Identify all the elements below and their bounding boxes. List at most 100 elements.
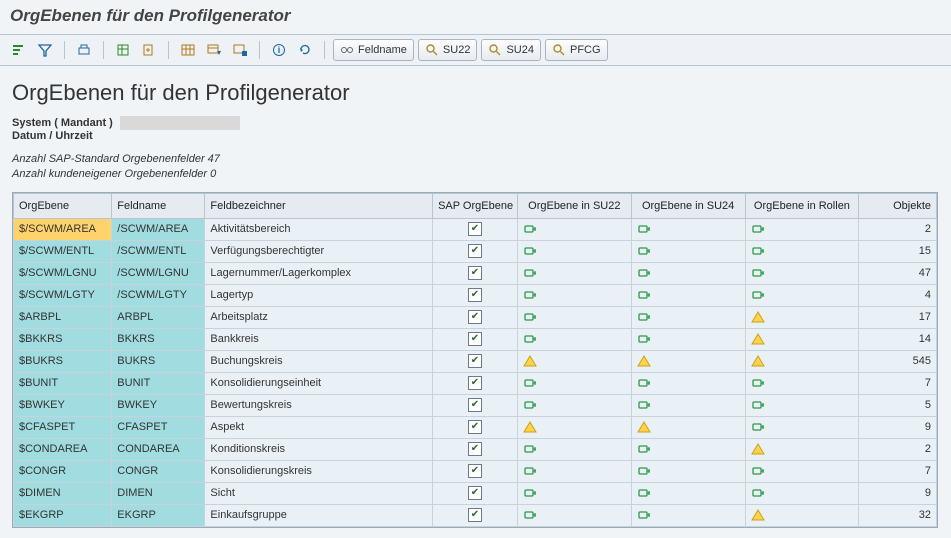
- cell-objects[interactable]: 7: [859, 372, 937, 394]
- cell-roles[interactable]: [745, 350, 859, 372]
- cell-su24[interactable]: [631, 394, 745, 416]
- cell-objects[interactable]: 5: [859, 394, 937, 416]
- cell-roles[interactable]: [745, 328, 859, 350]
- cell-roles[interactable]: [745, 416, 859, 438]
- cell-orglevel[interactable]: $BWKEY: [14, 394, 112, 416]
- cell-roles[interactable]: [745, 218, 859, 240]
- table-row[interactable]: $CONDAREACONDAREAKonditionskreis✔2: [14, 438, 937, 460]
- cell-objects[interactable]: 17: [859, 306, 937, 328]
- cell-objects[interactable]: 32: [859, 504, 937, 526]
- cell-roles[interactable]: [745, 460, 859, 482]
- cell-sap[interactable]: ✔: [433, 394, 518, 416]
- col-fielddesc[interactable]: Feldbezeichner: [205, 193, 433, 218]
- cell-su24[interactable]: [631, 262, 745, 284]
- cell-su22[interactable]: [517, 460, 631, 482]
- cell-orglevel[interactable]: $/SCWM/LGNU: [14, 262, 112, 284]
- cell-su24[interactable]: [631, 218, 745, 240]
- cell-sap[interactable]: ✔: [433, 262, 518, 284]
- export-spreadsheet-icon[interactable]: [112, 39, 134, 61]
- cell-orglevel[interactable]: $DIMEN: [14, 482, 112, 504]
- cell-objects[interactable]: 9: [859, 416, 937, 438]
- cell-fielddesc[interactable]: Lagernummer/Lagerkomplex: [205, 262, 433, 284]
- cell-fieldname[interactable]: /SCWM/AREA: [112, 218, 205, 240]
- cell-su22[interactable]: [517, 482, 631, 504]
- table-row[interactable]: $BUKRSBUKRSBuchungskreis✔545: [14, 350, 937, 372]
- cell-fielddesc[interactable]: Aktivitätsbereich: [205, 218, 433, 240]
- cell-objects[interactable]: 47: [859, 262, 937, 284]
- cell-orglevel[interactable]: $/SCWM/AREA: [14, 218, 112, 240]
- filter-icon[interactable]: [34, 39, 56, 61]
- col-objects[interactable]: Objekte: [859, 193, 937, 218]
- col-orglevel[interactable]: OrgEbene: [14, 193, 112, 218]
- cell-fielddesc[interactable]: Aspekt: [205, 416, 433, 438]
- cell-fielddesc[interactable]: Bewertungskreis: [205, 394, 433, 416]
- cell-roles[interactable]: [745, 504, 859, 526]
- cell-sap[interactable]: ✔: [433, 504, 518, 526]
- cell-objects[interactable]: 4: [859, 284, 937, 306]
- cell-orglevel[interactable]: $/SCWM/ENTL: [14, 240, 112, 262]
- cell-su24[interactable]: [631, 504, 745, 526]
- cell-su22[interactable]: [517, 262, 631, 284]
- print-icon[interactable]: [73, 39, 95, 61]
- cell-sap[interactable]: ✔: [433, 218, 518, 240]
- cell-fieldname[interactable]: CFASPET: [112, 416, 205, 438]
- cell-fieldname[interactable]: BKKRS: [112, 328, 205, 350]
- cell-fieldname[interactable]: ARBPL: [112, 306, 205, 328]
- table-row[interactable]: $/SCWM/LGTY/SCWM/LGTYLagertyp✔4: [14, 284, 937, 306]
- table-row[interactable]: $/SCWM/LGNU/SCWM/LGNULagernummer/Lagerko…: [14, 262, 937, 284]
- cell-objects[interactable]: 2: [859, 438, 937, 460]
- cell-objects[interactable]: 14: [859, 328, 937, 350]
- cell-orglevel[interactable]: $BUNIT: [14, 372, 112, 394]
- cell-fielddesc[interactable]: Arbeitsplatz: [205, 306, 433, 328]
- cell-roles[interactable]: [745, 394, 859, 416]
- cell-fielddesc[interactable]: Buchungskreis: [205, 350, 433, 372]
- cell-su24[interactable]: [631, 460, 745, 482]
- cell-su22[interactable]: [517, 328, 631, 350]
- cell-roles[interactable]: [745, 240, 859, 262]
- cell-su22[interactable]: [517, 438, 631, 460]
- refresh-icon[interactable]: [294, 39, 316, 61]
- cell-objects[interactable]: 9: [859, 482, 937, 504]
- cell-sap[interactable]: ✔: [433, 328, 518, 350]
- cell-objects[interactable]: 545: [859, 350, 937, 372]
- cell-objects[interactable]: 15: [859, 240, 937, 262]
- cell-su22[interactable]: [517, 284, 631, 306]
- col-fieldname[interactable]: Feldname: [112, 193, 205, 218]
- cell-fielddesc[interactable]: Verfügungsberechtigter: [205, 240, 433, 262]
- cell-su24[interactable]: [631, 240, 745, 262]
- cell-su22[interactable]: [517, 306, 631, 328]
- cell-sap[interactable]: ✔: [433, 306, 518, 328]
- cell-fielddesc[interactable]: Konsolidierungskreis: [205, 460, 433, 482]
- cell-su24[interactable]: [631, 350, 745, 372]
- cell-sap[interactable]: ✔: [433, 482, 518, 504]
- info-icon[interactable]: i: [268, 39, 290, 61]
- table-row[interactable]: $BUNITBUNITKonsolidierungseinheit✔7: [14, 372, 937, 394]
- cell-sap[interactable]: ✔: [433, 372, 518, 394]
- table-row[interactable]: $ARBPLARBPLArbeitsplatz✔17: [14, 306, 937, 328]
- table-row[interactable]: $/SCWM/ENTL/SCWM/ENTLVerfügungsberechtig…: [14, 240, 937, 262]
- cell-su22[interactable]: [517, 372, 631, 394]
- cell-sap[interactable]: ✔: [433, 350, 518, 372]
- cell-orglevel[interactable]: $EKGRP: [14, 504, 112, 526]
- cell-fielddesc[interactable]: Einkaufsgruppe: [205, 504, 433, 526]
- cell-orglevel[interactable]: $BKKRS: [14, 328, 112, 350]
- cell-su24[interactable]: [631, 482, 745, 504]
- cell-sap[interactable]: ✔: [433, 438, 518, 460]
- table-row[interactable]: $CFASPETCFASPETAspekt✔9: [14, 416, 937, 438]
- cell-orglevel[interactable]: $BUKRS: [14, 350, 112, 372]
- cell-sap[interactable]: ✔: [433, 240, 518, 262]
- col-su24[interactable]: OrgEbene in SU24: [631, 193, 745, 218]
- col-su22[interactable]: OrgEbene in SU22: [517, 193, 631, 218]
- layout-icon[interactable]: [177, 39, 199, 61]
- cell-orglevel[interactable]: $CONDAREA: [14, 438, 112, 460]
- cell-fielddesc[interactable]: Sicht: [205, 482, 433, 504]
- feldname-button[interactable]: Feldname: [333, 39, 414, 61]
- cell-su22[interactable]: [517, 350, 631, 372]
- col-sap-orglevel[interactable]: SAP OrgEbene: [433, 193, 518, 218]
- cell-roles[interactable]: [745, 306, 859, 328]
- cell-fieldname[interactable]: /SCWM/ENTL: [112, 240, 205, 262]
- grid-header-row[interactable]: OrgEbene Feldname Feldbezeichner SAP Org…: [14, 193, 937, 218]
- cell-fieldname[interactable]: EKGRP: [112, 504, 205, 526]
- cell-su24[interactable]: [631, 438, 745, 460]
- cell-fieldname[interactable]: CONDAREA: [112, 438, 205, 460]
